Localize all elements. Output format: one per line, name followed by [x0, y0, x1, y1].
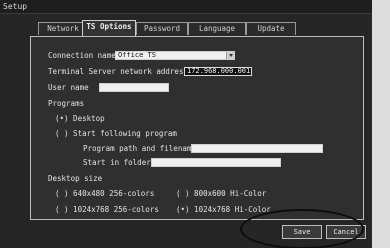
- chevron-down-icon[interactable]: [226, 52, 234, 59]
- desktop-size-heading: Desktop size: [48, 174, 103, 183]
- tab-update[interactable]: Update: [246, 22, 296, 35]
- tab-network[interactable]: Network: [38, 22, 88, 35]
- connection-name-field[interactable]: Office TS: [115, 51, 235, 60]
- connection-name-value: Office TS: [118, 51, 156, 59]
- desktop-option[interactable]: (•) Desktop: [55, 114, 105, 123]
- size-800-option[interactable]: ( ) 800x600 Hi-Color: [176, 189, 266, 198]
- highlight-circle: [240, 209, 364, 248]
- server-address-label: Terminal Server network address: [48, 67, 188, 76]
- tab-ts-options[interactable]: TS Options: [82, 20, 136, 36]
- size-1024-hi-option[interactable]: (•) 1024x768 Hi-Color: [176, 205, 271, 214]
- tab-password[interactable]: Password: [136, 22, 188, 35]
- start-folder-label: Start in folder: [83, 158, 151, 167]
- ts-options-panel: Connection name Office TS Terminal Serve…: [30, 36, 364, 220]
- start-program-option[interactable]: ( ) Start following program: [55, 129, 177, 138]
- program-path-label: Program path and filename: [83, 144, 196, 153]
- user-name-label: User name: [48, 83, 89, 92]
- program-path-field[interactable]: [191, 144, 323, 153]
- size-1024-option[interactable]: ( ) 1024x768 256-colors: [55, 205, 159, 214]
- programs-heading: Programs: [48, 99, 85, 108]
- window-title: Setup: [0, 0, 372, 14]
- size-640-option[interactable]: ( ) 640x480 256-colors: [55, 189, 154, 198]
- start-folder-field[interactable]: [151, 158, 281, 167]
- server-address-field[interactable]: 172.968.000.001: [184, 67, 252, 76]
- connection-name-label: Connection name: [48, 51, 116, 60]
- user-name-field[interactable]: [99, 83, 169, 92]
- tab-language[interactable]: Language: [188, 22, 246, 35]
